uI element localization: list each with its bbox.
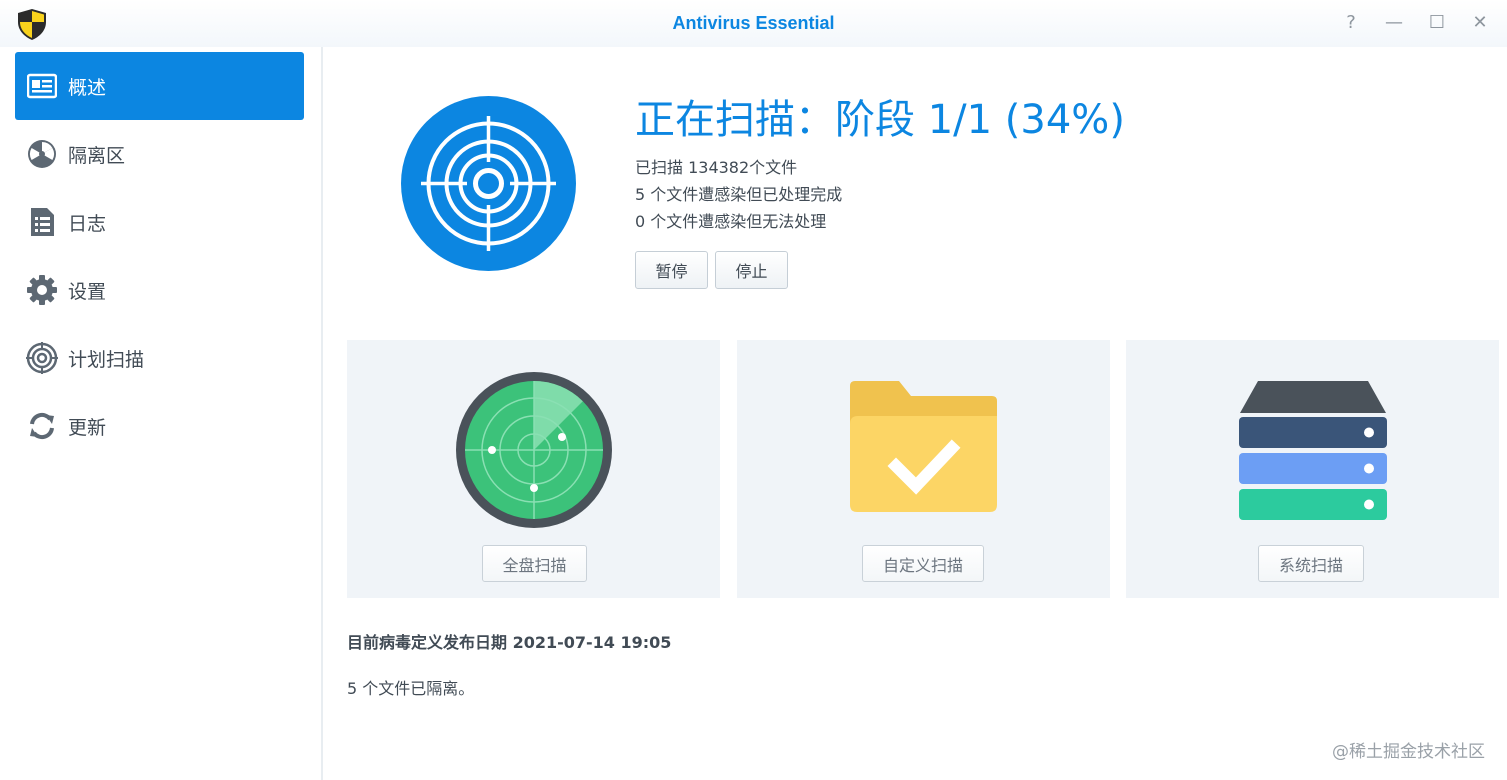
folder-check-icon <box>849 381 997 512</box>
minimize-button[interactable]: — <box>1384 13 1404 33</box>
quarantined-files-count: 5 个文件已隔离。 <box>347 679 475 698</box>
stop-button[interactable]: 停止 <box>715 251 788 289</box>
title-bar: Antivirus Essential ? — ☐ ✕ <box>0 0 1507 47</box>
help-button[interactable]: ? <box>1341 13 1361 33</box>
full-scan-button[interactable]: 全盘扫描 <box>482 545 587 582</box>
scanned-files-count: 已扫描 134382个文件 <box>635 158 798 177</box>
sidebar-item-settings[interactable]: 设置 <box>15 256 304 324</box>
antivirus-window: Antivirus Essential ? — ☐ ✕ 概述 隔离区 日志 设置… <box>0 0 1507 780</box>
scan-target-icon <box>401 96 576 271</box>
overview-card-icon <box>26 70 58 102</box>
main-content: 正在扫描：阶段 1/1 (34%) 已扫描 134382个文件 5 个文件遭感染… <box>325 47 1507 780</box>
sidebar-item-quarantine[interactable]: 隔离区 <box>15 120 304 188</box>
system-scan-button[interactable]: 系统扫描 <box>1258 545 1364 582</box>
full-scan-card: 全盘扫描 <box>347 340 720 598</box>
sidebar-item-overview[interactable]: 概述 <box>15 52 304 120</box>
close-button[interactable]: ✕ <box>1470 13 1490 33</box>
scan-status-title: 正在扫描：阶段 1/1 (34%) <box>635 97 1125 143</box>
window-title: Antivirus Essential <box>672 13 835 33</box>
infected-handled-count: 5 个文件遭感染但已处理完成 <box>635 185 843 204</box>
server-stack-icon <box>1238 381 1387 520</box>
sidebar-item-update[interactable]: 更新 <box>15 392 304 460</box>
sidebar-item-label: 概述 <box>68 76 107 99</box>
custom-scan-button[interactable]: 自定义扫描 <box>862 545 984 582</box>
refresh-icon <box>26 410 58 442</box>
infected-unhandled-count: 0 个文件遭感染但无法处理 <box>635 212 827 231</box>
pause-button[interactable]: 暂停 <box>635 251 708 289</box>
sidebar-item-label: 设置 <box>68 280 107 303</box>
system-scan-card: 系统扫描 <box>1126 340 1499 598</box>
radar-icon <box>455 372 612 528</box>
log-document-icon <box>26 206 58 238</box>
gear-icon <box>26 274 58 306</box>
maximize-button[interactable]: ☐ <box>1427 13 1447 33</box>
target-icon <box>26 342 58 374</box>
radiation-icon <box>26 138 58 170</box>
sidebar-item-label: 更新 <box>68 416 107 439</box>
custom-scan-card: 自定义扫描 <box>737 340 1110 598</box>
sidebar-item-label: 隔离区 <box>68 144 126 167</box>
sidebar-item-scheduled-scan[interactable]: 计划扫描 <box>15 324 304 392</box>
virus-definition-date: 目前病毒定义发布日期 2021-07-14 19:05 <box>347 633 672 652</box>
watermark-text: @稀土掘金技术社区 <box>1332 742 1485 762</box>
sidebar: 概述 隔离区 日志 设置 计划扫描 更新 <box>0 47 323 780</box>
sidebar-item-label: 计划扫描 <box>68 348 145 371</box>
sidebar-item-log[interactable]: 日志 <box>15 188 304 256</box>
sidebar-item-label: 日志 <box>68 212 107 235</box>
